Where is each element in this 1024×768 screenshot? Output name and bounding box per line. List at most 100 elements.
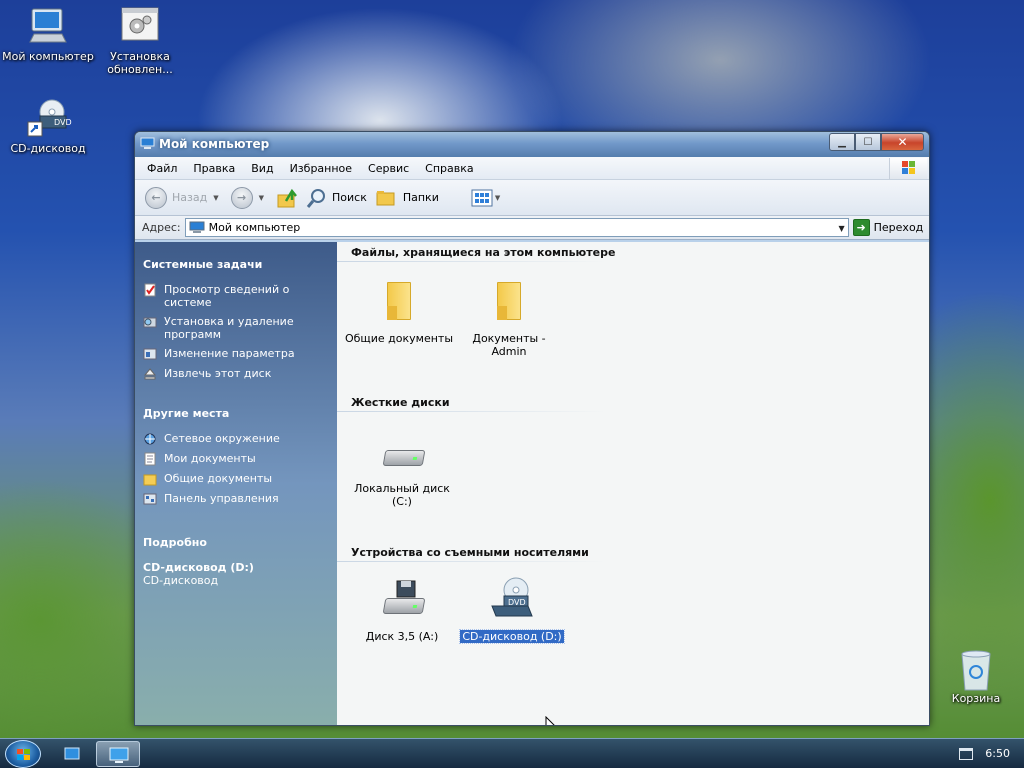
taskbar-my-computer-button[interactable] — [96, 741, 140, 767]
desktop-icon-cd-drive[interactable]: DVD CD-дисковод — [0, 98, 96, 155]
minimize-icon: ▁ — [838, 136, 846, 148]
folder-up-icon — [277, 188, 297, 207]
search-button[interactable]: Поиск — [306, 187, 367, 209]
close-button[interactable]: ✕ — [881, 133, 924, 151]
go-button[interactable]: ➜ Переход — [852, 219, 924, 236]
place-label: Общие документы — [164, 472, 273, 485]
go-label: Переход — [873, 221, 924, 234]
other-places-title[interactable]: Другие места — [143, 407, 329, 420]
menu-file[interactable]: Файл — [139, 162, 185, 175]
add-remove-programs-icon — [143, 317, 157, 328]
folders-label: Папки — [402, 191, 439, 204]
drive-item-floppy-a[interactable]: Диск 3,5 (A:) — [347, 576, 457, 643]
task-view-system-info[interactable]: Просмотр сведений о системе — [143, 283, 329, 309]
task-label: Просмотр сведений о системе — [164, 283, 290, 309]
other-places-section: Другие места Сетевое окружение Мои докум… — [143, 407, 329, 506]
group-divider — [337, 411, 607, 412]
computer-icon — [28, 6, 68, 46]
dvd-badge: DVD — [508, 598, 526, 607]
folder-icon — [375, 278, 423, 326]
desktop-icon-label: Мой компьютер — [2, 50, 94, 63]
folder-icon — [143, 474, 157, 486]
chevron-down-icon[interactable]: ▼ — [838, 224, 844, 233]
maximize-button[interactable]: ☐ — [855, 133, 881, 151]
forward-button[interactable]: → ▼ — [230, 186, 268, 209]
windows-logo-icon — [889, 158, 927, 179]
clock[interactable]: 6:50 — [985, 747, 1010, 760]
item-label-selected: CD-дисковод (D:) — [459, 629, 565, 644]
task-label: Изменение параметра — [164, 347, 295, 360]
search-icon — [306, 188, 325, 208]
menu-favorites[interactable]: Избранное — [282, 162, 360, 175]
item-label: Локальный диск (C:) — [354, 482, 450, 508]
file-list-pane[interactable]: Файлы, хранящиеся на этом компьютере Общ… — [337, 242, 929, 725]
item-label: Диск 3,5 (A:) — [365, 630, 439, 643]
system-tray: 6:50 — [959, 747, 1010, 760]
desktop-icon — [64, 747, 80, 760]
document-icon — [144, 452, 156, 466]
back-button[interactable]: ← Назад ▼ — [145, 186, 223, 209]
dvd-drive-icon: DVD — [488, 576, 536, 624]
window-titlebar[interactable]: Мой компьютер ▁ ☐ ✕ — [135, 132, 929, 157]
explorer-window[interactable]: Мой компьютер ▁ ☐ ✕ Файл Правка Вид Избр… — [134, 131, 930, 726]
task-eject-disc[interactable]: Извлечь этот диск — [143, 367, 329, 381]
menu-tools[interactable]: Сервис — [360, 162, 417, 175]
details-body: CD-дисковод (D:) CD-дисковод — [143, 561, 329, 587]
details-section: Подробно CD-дисковод (D:) CD-дисковод — [143, 536, 329, 587]
settings-window-icon — [120, 6, 160, 46]
group-divider — [337, 261, 607, 262]
close-icon: ✕ — [897, 135, 908, 149]
place-shared-documents[interactable]: Общие документы — [143, 472, 329, 486]
drive-item-local-c[interactable]: Локальный диск (C:) — [347, 428, 457, 508]
group-divider — [337, 561, 607, 562]
up-button[interactable] — [276, 187, 298, 209]
task-label: Установка и удаление программ — [164, 315, 294, 341]
desktop-icon-recycle-bin[interactable]: Корзина — [928, 648, 1024, 705]
view-grid-icon — [471, 189, 493, 206]
control-panel-icon — [143, 348, 157, 360]
hard-disk-icon — [378, 428, 426, 476]
task-change-setting[interactable]: Изменение параметра — [143, 347, 329, 361]
computer-icon — [140, 137, 155, 149]
computer-icon — [189, 221, 205, 233]
maximize-icon: ☐ — [863, 136, 873, 148]
menu-help[interactable]: Справка — [417, 162, 481, 175]
folders-button[interactable]: Папки — [375, 188, 439, 208]
chevron-down-icon: ▼ — [213, 193, 219, 202]
details-title[interactable]: Подробно — [143, 536, 329, 549]
task-label: Извлечь этот диск — [164, 367, 272, 380]
folder-item-admin-documents[interactable]: Документы - Admin — [454, 278, 564, 358]
desktop-icon-install-updates[interactable]: Установка обновлен... — [92, 6, 188, 76]
dvd-shortcut-icon: DVD — [27, 98, 72, 138]
system-tasks-title[interactable]: Системные задачи — [143, 258, 329, 271]
place-my-documents[interactable]: Мои документы — [143, 452, 329, 466]
action-center-icon[interactable] — [959, 747, 974, 760]
go-arrow-icon: ➜ — [852, 219, 870, 236]
task-add-remove-programs[interactable]: Установка и удаление программ — [143, 315, 329, 341]
views-button[interactable]: ▼ — [471, 189, 504, 207]
address-input[interactable]: Мой компьютер ▼ — [184, 218, 849, 237]
place-label: Панель управления — [164, 492, 279, 505]
drive-item-cd-d[interactable]: DVD CD-дисковод (D:) — [457, 576, 567, 644]
menu-view[interactable]: Вид — [243, 162, 281, 175]
floppy-drive-icon — [378, 576, 426, 624]
desktop-icon-label: Корзина — [951, 692, 1001, 705]
taskbar-show-desktop-button[interactable] — [50, 741, 94, 767]
place-network[interactable]: Сетевое окружение — [143, 432, 329, 446]
group-header-removable: Устройства со съемными носителями — [351, 546, 589, 559]
task-pane: Системные задачи Просмотр сведений о сис… — [135, 242, 337, 725]
eject-icon — [143, 368, 157, 380]
item-label: Документы - Admin — [472, 332, 546, 358]
place-control-panel[interactable]: Панель управления — [143, 492, 329, 506]
menu-edit[interactable]: Правка — [185, 162, 243, 175]
start-button[interactable] — [5, 740, 41, 768]
minimize-button[interactable]: ▁ — [829, 133, 855, 151]
details-name: CD-дисковод (D:) — [143, 561, 254, 574]
group-header-stored-files: Файлы, хранящиеся на этом компьютере — [351, 246, 616, 259]
desktop-icon-my-computer[interactable]: Мой компьютер — [0, 6, 96, 63]
control-panel-icon — [143, 493, 157, 505]
window-title: Мой компьютер — [159, 137, 270, 151]
address-label: Адрес: — [142, 221, 181, 234]
folder-item-shared-documents[interactable]: Общие документы — [344, 278, 454, 345]
computer-icon — [109, 747, 129, 763]
